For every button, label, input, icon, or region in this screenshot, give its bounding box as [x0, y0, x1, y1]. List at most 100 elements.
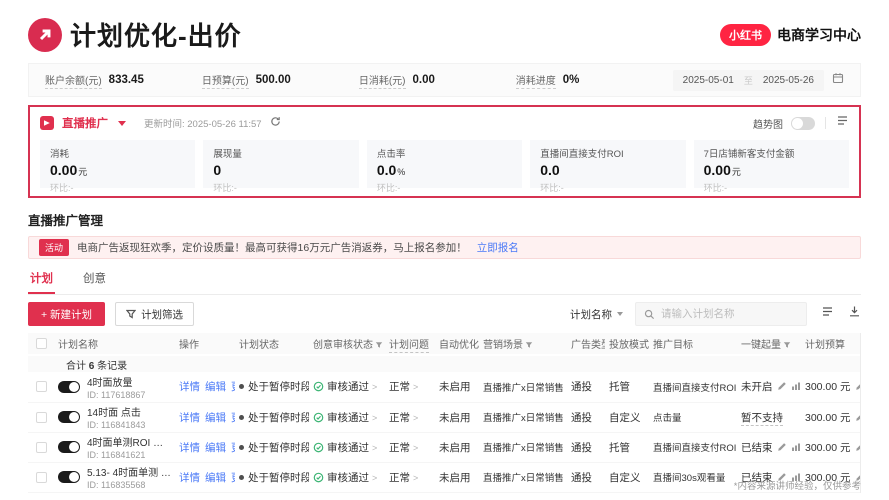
row-checkbox[interactable]: [36, 412, 47, 423]
chevron-right-icon[interactable]: >: [372, 413, 377, 423]
check-circle-icon: [313, 412, 324, 423]
plan-enabled-toggle[interactable]: [58, 441, 80, 453]
tab-creative[interactable]: 创意: [81, 266, 108, 294]
audit-text: 审核通过: [327, 381, 369, 393]
download-icon[interactable]: [848, 305, 861, 323]
metric-value: 0: [213, 162, 221, 178]
plan-filter-button[interactable]: 计划筛选: [115, 302, 194, 326]
update-time: 更新时间: 2025-05-26 11:57: [144, 116, 262, 130]
plan-name[interactable]: 4时面单测ROI 基础+家居: [87, 434, 171, 449]
plan-name[interactable]: 14时面 点击: [87, 404, 145, 419]
metric-value: 0.00: [704, 162, 731, 178]
date-end[interactable]: 2025-05-26: [763, 75, 814, 86]
calendar-icon[interactable]: [832, 71, 844, 89]
metric-card-roi: 直播间直接支付ROI 0.0 环比:-: [530, 140, 685, 188]
live-channel-icon: [40, 116, 54, 130]
edit-pencil-icon[interactable]: [777, 442, 787, 454]
metric-list-icon[interactable]: [836, 114, 849, 132]
filter-icon[interactable]: [783, 340, 791, 351]
more-link[interactable]: 更多: [231, 442, 235, 454]
ad-type-text: 通投: [571, 442, 592, 454]
check-circle-icon: [313, 381, 324, 392]
fixed-column-divider: [860, 333, 861, 493]
edit-link[interactable]: 编辑: [205, 442, 226, 454]
date-start[interactable]: 2025-05-01: [683, 75, 734, 86]
more-link[interactable]: 更多: [231, 472, 235, 484]
ad-type-text: 通投: [571, 472, 592, 484]
stat-label: 日消耗(元): [359, 72, 406, 89]
audit-text: 审核通过: [327, 442, 369, 454]
new-plan-button[interactable]: + 新建计划: [28, 302, 105, 326]
chart-bars-icon[interactable]: [791, 442, 801, 454]
metric-label: 7日店铺新客支付金额: [704, 146, 839, 160]
target-text: 直播间直接支付ROI: [653, 383, 736, 394]
check-circle-icon: [313, 472, 324, 483]
stat-account-balance: 账户余额(元) 833.45: [45, 72, 202, 89]
metric-compare: 环比:-: [50, 181, 185, 194]
more-link[interactable]: 更多: [231, 412, 235, 424]
chevron-right-icon[interactable]: >: [372, 382, 377, 392]
metric-card-spend: 消耗 0.00元 环比:-: [40, 140, 195, 188]
target-text: 点击量: [653, 413, 682, 424]
filter-icon[interactable]: [375, 340, 383, 351]
chevron-right-icon[interactable]: >: [413, 382, 418, 392]
budget-text: 300.00 元: [805, 381, 851, 393]
col-plan-name: 计划名称: [54, 333, 175, 355]
budget-text: 300.00 元: [805, 412, 851, 424]
chevron-right-icon[interactable]: >: [413, 443, 418, 453]
target-text: 直播间30s观看量: [653, 473, 725, 484]
detail-link[interactable]: 详情: [179, 472, 200, 484]
mode-text: 自定义: [609, 412, 641, 424]
detail-link[interactable]: 详情: [179, 412, 200, 424]
chevron-down-icon[interactable]: [118, 121, 126, 126]
stat-daily-budget: 日预算(元) 500.00: [202, 72, 359, 89]
detail-link[interactable]: 详情: [179, 381, 200, 393]
trend-chart-toggle[interactable]: [791, 117, 815, 130]
select-all-checkbox[interactable]: [36, 338, 47, 349]
target-text: 直播间直接支付ROI: [653, 443, 736, 454]
detail-link[interactable]: 详情: [179, 442, 200, 454]
boost-text: 已结束: [741, 442, 773, 454]
plan-id: ID: 116841621: [87, 450, 171, 460]
refresh-icon[interactable]: [270, 114, 281, 132]
plan-name[interactable]: 5.13- 4时面单测 基础+家居_20250...: [87, 464, 171, 479]
signup-link[interactable]: 立即报名: [477, 240, 519, 255]
row-checkbox[interactable]: [36, 381, 47, 392]
status-dot: [239, 384, 244, 389]
column-settings-icon[interactable]: [821, 305, 834, 323]
channel-selector[interactable]: 直播推广: [62, 115, 108, 131]
page-title: 计划优化-出价: [70, 16, 242, 53]
plan-enabled-toggle[interactable]: [58, 381, 80, 393]
col-ad-type: 广告类型: [567, 333, 605, 355]
edit-link[interactable]: 编辑: [205, 412, 226, 424]
plan-name[interactable]: 4时面放量: [87, 374, 145, 389]
search-input[interactable]: [661, 308, 798, 320]
edit-link[interactable]: 编辑: [205, 381, 226, 393]
chevron-right-icon[interactable]: >: [372, 443, 377, 453]
row-checkbox[interactable]: [36, 472, 47, 483]
more-link[interactable]: 更多: [231, 381, 235, 393]
stat-label: 账户余额(元): [45, 72, 102, 89]
plan-enabled-toggle[interactable]: [58, 411, 80, 423]
check-circle-icon: [313, 442, 324, 453]
chart-bars-icon[interactable]: [791, 381, 801, 393]
chevron-right-icon[interactable]: >: [413, 473, 418, 483]
row-checkbox[interactable]: [36, 442, 47, 453]
stat-value: 833.45: [109, 74, 144, 86]
search-field-label: 计划名称: [570, 307, 612, 322]
brand-badge: 小红书: [720, 24, 771, 46]
edit-pencil-icon[interactable]: [777, 381, 787, 393]
summary-prefix: 合计: [66, 361, 86, 372]
filter-icon[interactable]: [525, 340, 533, 351]
plan-enabled-toggle[interactable]: [58, 471, 80, 483]
activity-tag: 活动: [39, 239, 69, 256]
tab-plan[interactable]: 计划: [28, 266, 55, 294]
date-range-picker[interactable]: 2025-05-01 至 2025-05-26: [673, 70, 844, 91]
table-toolbar: + 新建计划 计划筛选 计划名称: [28, 302, 861, 326]
disclaimer-text: *内容来源讲师经验，仅供参考: [734, 478, 861, 492]
chevron-right-icon[interactable]: >: [372, 473, 377, 483]
edit-link[interactable]: 编辑: [205, 472, 226, 484]
search-field-select[interactable]: 计划名称: [570, 307, 623, 322]
chevron-right-icon[interactable]: >: [413, 413, 418, 423]
col-operations: 操作: [175, 333, 235, 355]
